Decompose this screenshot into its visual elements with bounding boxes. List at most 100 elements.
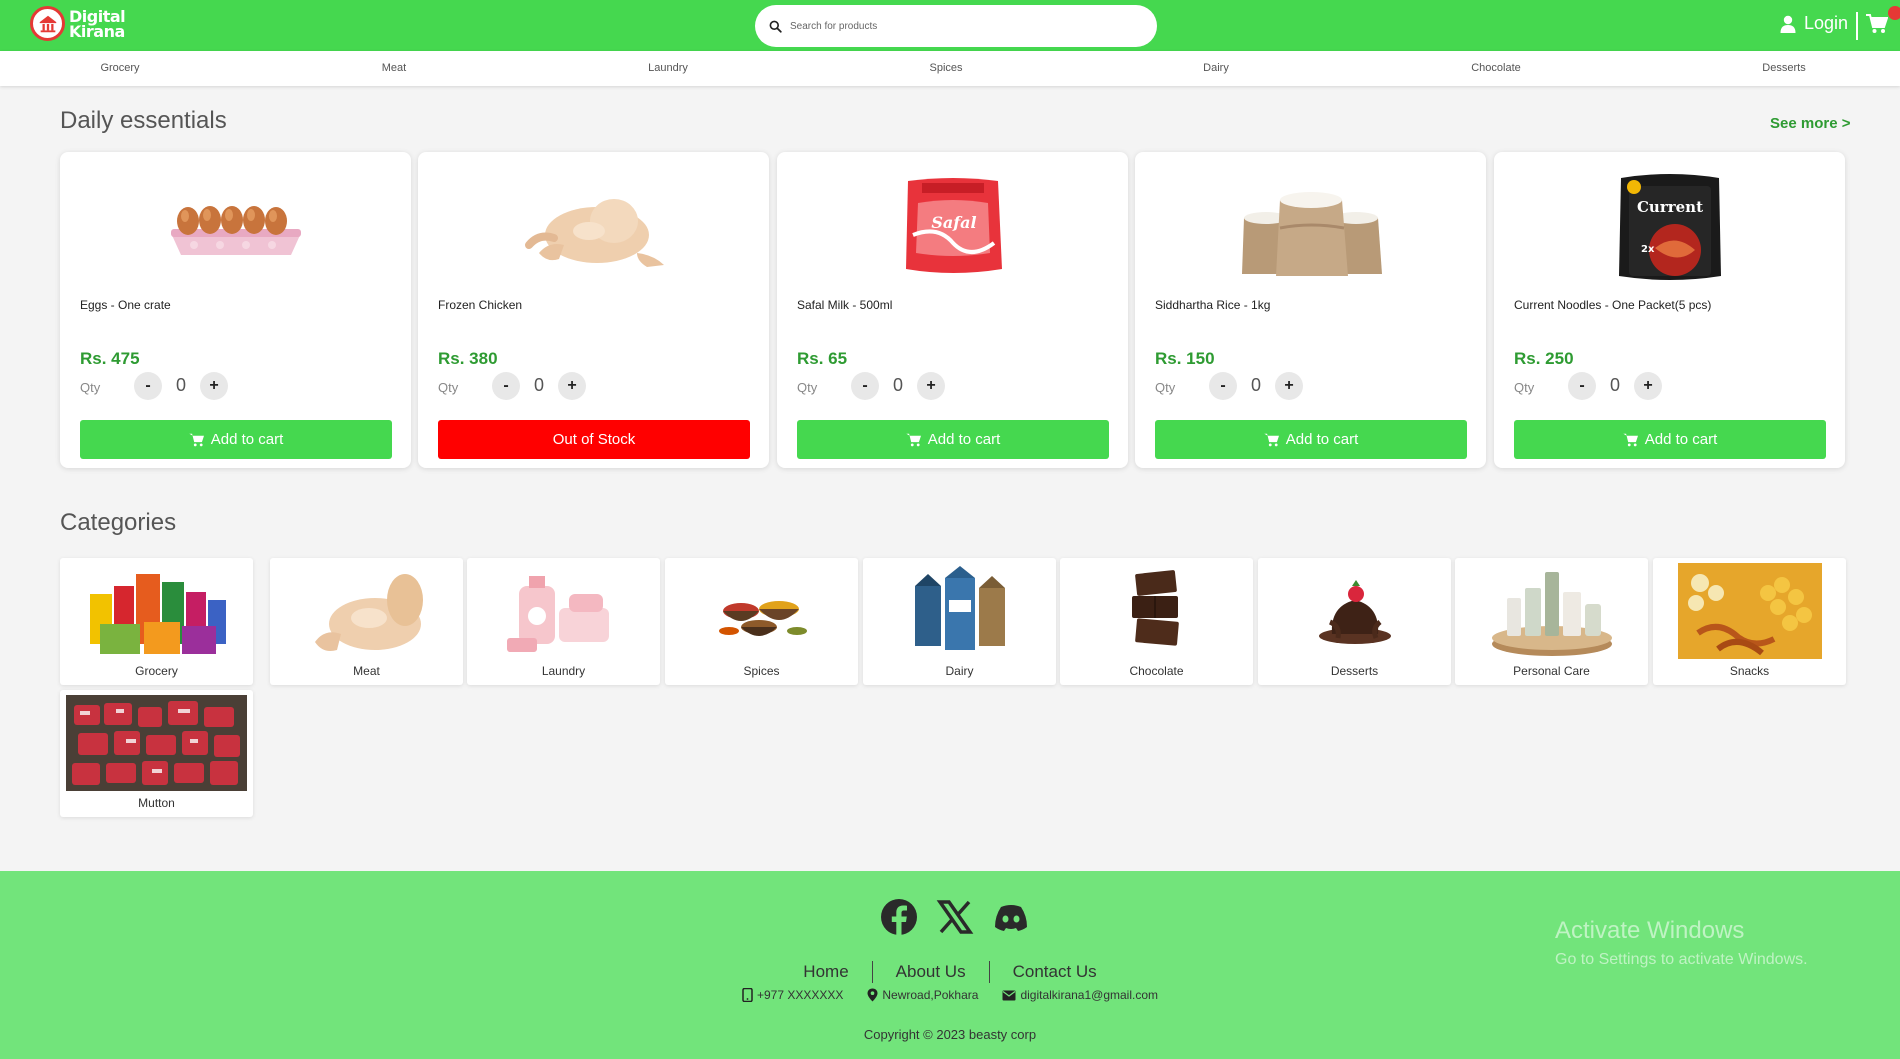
product-price: Rs. 380 — [438, 349, 498, 368]
qty-label: Qty — [1514, 380, 1535, 395]
qty-value: 0 — [1610, 375, 1621, 395]
nav-laundry[interactable]: Laundry — [648, 62, 688, 74]
category-label: Snacks — [1729, 664, 1770, 678]
nav-grocery[interactable]: Grocery — [100, 62, 139, 74]
activate-windows-watermark: Activate Windows Go to Settings to activ… — [1555, 917, 1808, 969]
add-to-cart-label: Add to cart — [210, 431, 284, 448]
category-image-mutton — [66, 695, 247, 791]
contact-info: +977 XXXXXXX Newroad,Pokhara digitalkira… — [0, 988, 1900, 1002]
add-to-cart-button[interactable]: Add to cart — [80, 420, 392, 459]
nav-chocolate[interactable]: Chocolate — [1471, 62, 1521, 74]
out-of-stock-label: Out of Stock — [552, 431, 636, 448]
category-image-desserts — [1264, 563, 1445, 659]
product-price: Rs. 150 — [1155, 349, 1215, 368]
cart-icon — [906, 433, 921, 446]
add-to-cart-button[interactable]: Add to cart — [1514, 420, 1826, 459]
footer-link-contact[interactable]: Contact Us — [990, 962, 1120, 982]
product-card: Safal Safal Milk - 500ml Rs. 65 Qty - 0 … — [777, 152, 1128, 468]
qty-increase-button[interactable]: + — [200, 372, 228, 400]
qty-increase-button[interactable]: + — [1634, 372, 1662, 400]
see-more-link[interactable]: See more > — [1770, 115, 1850, 132]
category-tile-laundry[interactable]: Laundry — [467, 558, 660, 685]
qty-decrease-button[interactable]: - — [492, 372, 520, 400]
qty-label: Qty — [438, 380, 459, 395]
category-image-laundry — [473, 563, 654, 659]
categories-title: Categories — [60, 509, 177, 536]
category-label: Meat — [353, 664, 380, 678]
search-bar — [755, 5, 1157, 47]
out-of-stock-button[interactable]: Out of Stock — [438, 420, 750, 459]
category-tile-snacks[interactable]: Snacks — [1653, 558, 1846, 685]
product-card: Siddhartha Rice - 1kg Rs. 150 Qty - 0 + … — [1135, 152, 1486, 468]
map-pin-icon — [867, 988, 878, 1002]
envelope-icon — [1002, 990, 1016, 1000]
login-label: Login — [1804, 13, 1849, 33]
category-tile-personal-care[interactable]: Personal Care — [1455, 558, 1648, 685]
qty-decrease-button[interactable]: - — [1568, 372, 1596, 400]
x-icon[interactable] — [936, 898, 974, 936]
cart-icon[interactable] — [1866, 14, 1888, 34]
qty-decrease-button[interactable]: - — [134, 372, 162, 400]
category-image-personal-care — [1461, 563, 1642, 659]
category-image-dairy — [869, 563, 1050, 659]
nav-desserts[interactable]: Desserts — [1762, 62, 1805, 74]
qty-increase-button[interactable]: + — [1275, 372, 1303, 400]
category-label: Chocolate — [1129, 664, 1184, 678]
email-text: digitalkirana1@gmail.com — [1020, 988, 1159, 1002]
social-links — [880, 898, 1030, 936]
contact-phone: +977 XXXXXXX — [742, 988, 843, 1002]
cart-icon — [1623, 433, 1638, 446]
category-image-snacks — [1678, 563, 1822, 659]
product-price: Rs. 250 — [1514, 349, 1574, 368]
product-name: Safal Milk - 500ml — [797, 298, 893, 312]
login-button[interactable]: Login — [1780, 13, 1848, 34]
user-icon — [1780, 15, 1796, 33]
product-name: Eggs - One crate — [80, 298, 171, 312]
qty-increase-button[interactable]: + — [917, 372, 945, 400]
category-label: Personal Care — [1513, 664, 1590, 678]
qty-label: Qty — [1155, 380, 1176, 395]
category-label: Desserts — [1330, 664, 1379, 678]
category-tile-mutton[interactable]: Mutton — [60, 690, 253, 817]
nav-meat[interactable]: Meat — [382, 62, 406, 74]
phone-icon — [742, 988, 753, 1002]
product-price: Rs. 475 — [80, 349, 140, 368]
qty-value: 0 — [176, 375, 187, 395]
product-price: Rs. 65 — [797, 349, 848, 368]
footer-link-about[interactable]: About Us — [873, 962, 989, 982]
category-nav: Grocery Meat Laundry Spices Dairy Chocol… — [0, 51, 1900, 86]
address-text: Newroad,Pokhara — [882, 988, 979, 1002]
category-tile-spices[interactable]: Spices — [665, 558, 858, 685]
category-label: Dairy — [945, 664, 974, 678]
category-tile-desserts[interactable]: Desserts — [1258, 558, 1451, 685]
qty-decrease-button[interactable]: - — [1209, 372, 1237, 400]
nav-spices[interactable]: Spices — [929, 62, 962, 74]
qty-increase-button[interactable]: + — [558, 372, 586, 400]
product-card: Frozen Chicken Rs. 380 Qty - 0 + Out of … — [418, 152, 769, 468]
category-image-grocery — [66, 563, 247, 659]
svg-text:2x: 2x — [1641, 244, 1655, 255]
svg-text:Safal: Safal — [931, 213, 976, 232]
facebook-icon[interactable] — [880, 898, 918, 936]
product-card: Eggs - One crate Rs. 475 Qty - 0 + Add t… — [60, 152, 411, 468]
add-to-cart-button[interactable]: Add to cart — [797, 420, 1109, 459]
product-name: Frozen Chicken — [438, 298, 523, 312]
search-input[interactable] — [790, 20, 1130, 32]
phone-number: +977 XXXXXXX — [756, 988, 844, 1002]
discord-icon[interactable] — [992, 898, 1030, 936]
footer-link-home[interactable]: Home — [780, 962, 871, 982]
category-tile-dairy[interactable]: Dairy — [863, 558, 1056, 685]
category-tile-meat[interactable]: Meat — [270, 558, 463, 685]
logo-text: Digital Kirana — [69, 8, 126, 39]
add-to-cart-button[interactable]: Add to cart — [1155, 420, 1467, 459]
logo[interactable]: Digital Kirana — [30, 6, 126, 41]
category-label: Spices — [743, 664, 780, 678]
qty-decrease-button[interactable]: - — [851, 372, 879, 400]
nav-dairy[interactable]: Dairy — [1203, 62, 1229, 74]
category-tile-chocolate[interactable]: Chocolate — [1060, 558, 1253, 685]
category-image-chocolate — [1066, 563, 1247, 659]
header-divider — [1856, 12, 1858, 40]
category-tile-grocery[interactable]: Grocery — [60, 558, 253, 685]
add-to-cart-label: Add to cart — [1285, 431, 1359, 448]
product-name: Current Noodles - One Packet(5 pcs) — [1514, 298, 1712, 312]
